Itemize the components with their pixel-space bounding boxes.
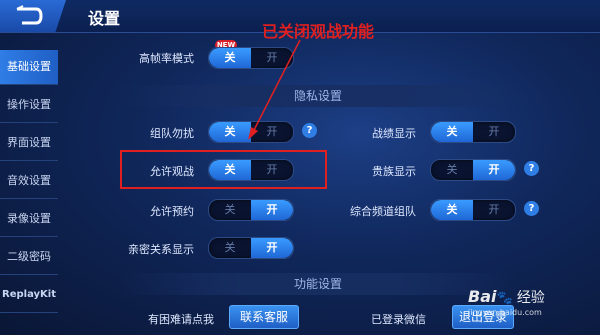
login-status: 已登录微信 xyxy=(371,313,426,326)
contact-support-button[interactable]: 联系客服 xyxy=(229,305,299,329)
help-text: 有困难请点我 xyxy=(148,313,214,326)
function-section-header: 功能设置 xyxy=(118,273,518,295)
watermark-logo-icon: Bai xyxy=(468,287,497,306)
watermark-text: 经验 xyxy=(516,290,545,306)
watermark-url: jingyan.baidu.com xyxy=(468,308,542,317)
watermark: Bai🐾 经验 jingyan.baidu.com xyxy=(468,287,588,327)
